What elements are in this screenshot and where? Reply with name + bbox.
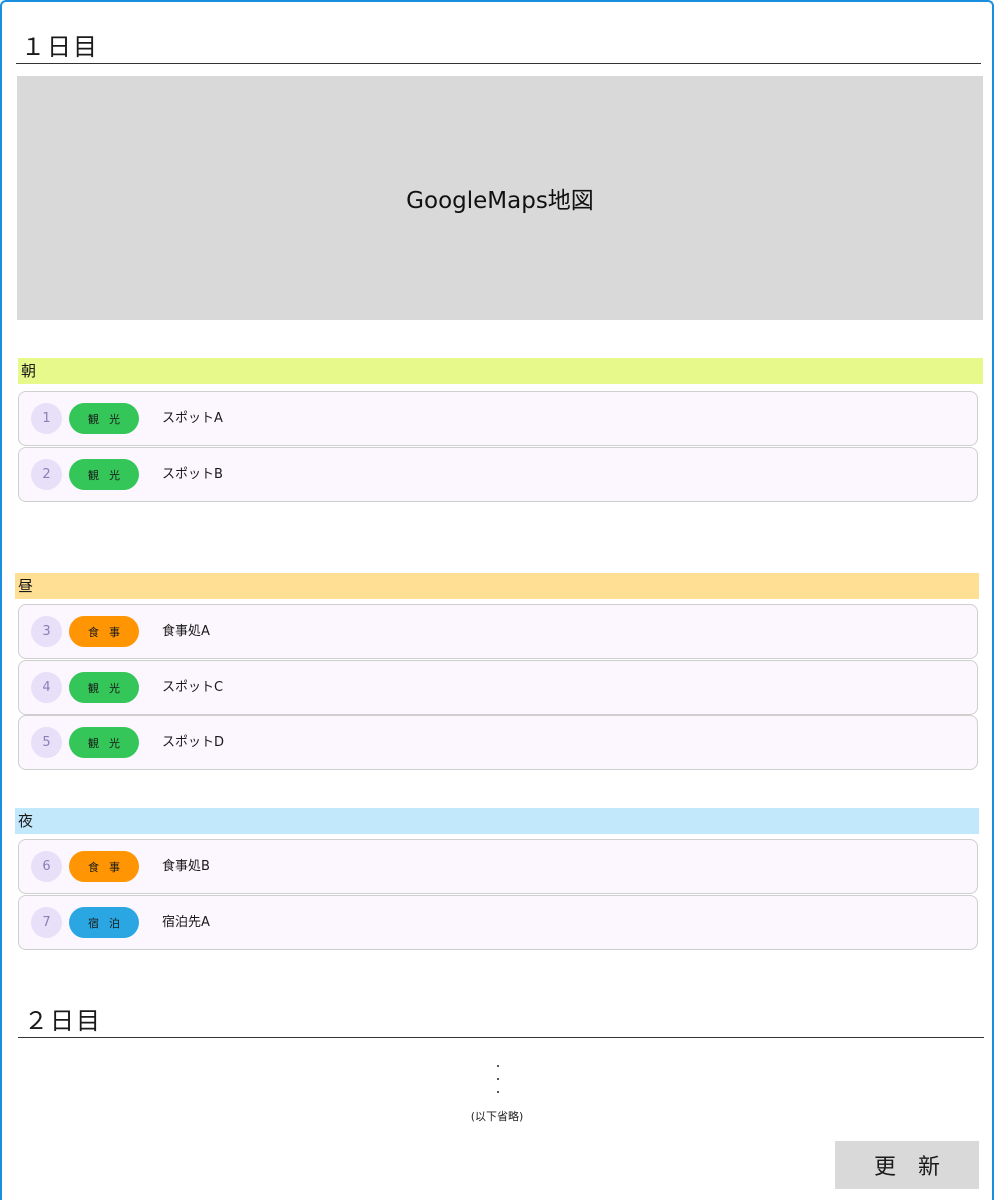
update-button[interactable]: 更新: [835, 1141, 979, 1189]
list-item[interactable]: 3 食事 食事処A: [18, 604, 978, 659]
item-name: スポットA: [162, 411, 223, 426]
category-tag-sightseeing: 観光: [69, 403, 139, 434]
item-name: スポットC: [162, 680, 224, 695]
period-noon-header: 昼: [15, 573, 979, 599]
day1-divider: [16, 63, 981, 64]
period-morning-header: 朝: [18, 358, 983, 384]
category-tag-meal: 食事: [69, 616, 139, 647]
item-number: 6: [31, 851, 62, 882]
item-name: スポットB: [162, 467, 223, 482]
item-number: 5: [31, 727, 62, 758]
dot: [497, 1065, 499, 1067]
list-item[interactable]: 2 観光 スポットB: [18, 447, 978, 502]
category-tag-sightseeing: 観光: [69, 459, 139, 490]
category-tag-lodging: 宿泊: [69, 907, 139, 938]
item-name: 宿泊先A: [162, 915, 210, 930]
category-tag-meal: 食事: [69, 851, 139, 882]
item-number: 1: [31, 403, 62, 434]
item-number: 3: [31, 616, 62, 647]
map-placeholder[interactable]: GoogleMaps地図: [17, 76, 983, 320]
list-item[interactable]: 1 観光 スポットA: [18, 391, 978, 446]
item-name: 食事処B: [162, 859, 210, 874]
list-item[interactable]: 4 観光 スポットC: [18, 660, 978, 715]
day1-heading: １日目: [21, 33, 99, 61]
list-item[interactable]: 7 宿泊 宿泊先A: [18, 895, 978, 950]
item-number: 2: [31, 459, 62, 490]
list-item[interactable]: 6 食事 食事処B: [18, 839, 978, 894]
day2-heading: ２日目: [24, 1007, 102, 1035]
item-number: 4: [31, 672, 62, 703]
category-tag-sightseeing: 観光: [69, 672, 139, 703]
item-number: 7: [31, 907, 62, 938]
dot: [497, 1091, 499, 1093]
category-tag-sightseeing: 観光: [69, 727, 139, 758]
item-name: スポットD: [162, 735, 225, 750]
dot: [497, 1078, 499, 1080]
list-item[interactable]: 5 観光 スポットD: [18, 715, 978, 770]
ellipsis-dots: [497, 1065, 501, 1104]
day2-divider: [18, 1037, 984, 1038]
omitted-text: (以下省略): [470, 1110, 524, 1123]
item-name: 食事処A: [162, 624, 210, 639]
period-night-header: 夜: [15, 808, 979, 834]
